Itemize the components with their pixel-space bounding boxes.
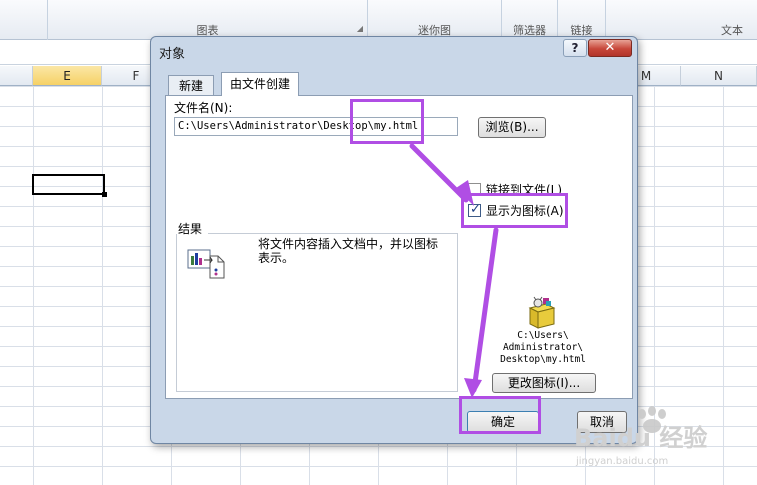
watermark-brand: Baidu 经验 <box>574 424 708 452</box>
baidu-watermark: Baidu 经验 jingyan.baidu.com <box>574 402 754 482</box>
annotation-arrow <box>471 227 499 393</box>
tab-create-from-file[interactable]: 由文件创建 <box>221 72 299 96</box>
annotation-arrowhead <box>464 378 482 398</box>
annotation-arrow <box>409 143 469 203</box>
watermark-url: jingyan.baidu.com <box>576 456 669 467</box>
